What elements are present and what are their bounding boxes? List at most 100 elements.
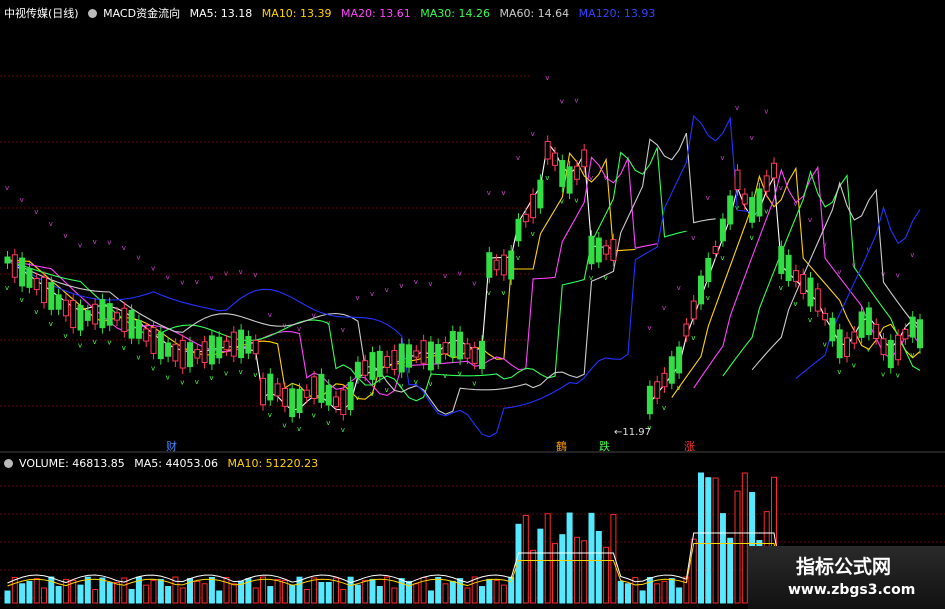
upper-band-mark: v (691, 234, 695, 242)
candle-body (143, 328, 150, 342)
volume-bar (566, 512, 573, 604)
lower-band-mark: v (136, 353, 140, 361)
upper-band-mark: v (122, 244, 126, 252)
lower-band-mark: v (443, 372, 447, 380)
lower-band-mark: v (312, 412, 316, 420)
candle-body (114, 312, 120, 321)
volume-bar (690, 538, 697, 604)
volume-bar (588, 512, 595, 604)
upper-band-mark: v (428, 280, 432, 288)
volume-bar (625, 583, 631, 604)
candle-body (471, 347, 478, 364)
lower-band-mark: v (297, 425, 301, 433)
candle-body (902, 328, 909, 340)
price-header: 中视传媒(日线) MACD资金流向 MA5: 13.18 MA10: 13.39… (4, 5, 661, 21)
candle-body (362, 360, 369, 376)
candle-body (289, 388, 296, 418)
volume-bar (201, 583, 208, 604)
candle-body (4, 256, 11, 264)
upper-band-mark: v (677, 284, 681, 292)
volume-bar (11, 577, 18, 604)
candle-body (55, 294, 62, 310)
volume-bar (106, 582, 113, 604)
volume-bar (406, 580, 412, 604)
volume-bar (464, 587, 471, 604)
lower-band-mark: v (78, 342, 82, 350)
candle-body (391, 350, 398, 370)
candle-body (508, 250, 515, 280)
volume-bar (398, 578, 405, 604)
gear-icon[interactable] (4, 459, 13, 468)
candle-body (33, 278, 40, 290)
lower-band-mark: v (341, 426, 345, 434)
lower-band-mark: v (166, 374, 170, 382)
candle-body (705, 257, 712, 283)
volume-ma5-readout: MA5: 44053.06 (134, 457, 218, 470)
upper-band-mark: v (93, 238, 97, 246)
lower-band-mark: v (107, 338, 111, 346)
candle-body (537, 179, 544, 209)
candle-body (588, 235, 595, 265)
candle-body (544, 140, 551, 160)
candle-body (763, 175, 770, 192)
lower-band-mark: v (122, 344, 126, 352)
lower-band-mark: v (151, 364, 155, 372)
candle-body (822, 313, 829, 321)
candle-body (435, 344, 442, 364)
kline-chart[interactable]: v v v v v v v v v v v v v v v v v v v v v v v v v v v v v v v v v v v v v v v v… (0, 0, 945, 609)
upper-band-mark: v (531, 130, 535, 138)
lower-band-mark: v (852, 362, 856, 370)
candle-body (77, 304, 84, 331)
volume-bar (676, 587, 683, 604)
volume-bar (216, 590, 223, 604)
candle-body (683, 323, 690, 337)
candle-body (216, 336, 223, 359)
candle-body (179, 340, 186, 369)
candle-body (442, 342, 449, 355)
candle-body (165, 342, 172, 357)
upper-band-mark: v (779, 184, 783, 192)
volume-bar (668, 578, 675, 604)
candle-body (741, 193, 748, 205)
volume-bar (340, 588, 347, 604)
volume-bar (165, 586, 172, 604)
lower-band-mark: v (896, 371, 900, 379)
candle-body (406, 344, 412, 368)
stock-title[interactable]: 中视传媒(日线) (4, 7, 79, 20)
volume-bar (260, 576, 266, 604)
volume-bar (267, 586, 274, 604)
candle-body (274, 383, 281, 397)
candle-body (873, 323, 880, 340)
upper-band-mark: v (209, 274, 213, 282)
volume-bar (354, 584, 361, 604)
upper-band-mark: v (896, 271, 900, 279)
gear-icon[interactable] (88, 9, 98, 18)
candle-body (581, 149, 588, 168)
volume-bar (479, 586, 485, 604)
upper-band-mark: v (253, 271, 257, 279)
lower-band-mark: v (268, 411, 272, 419)
lower-band-mark: v (458, 370, 462, 378)
volume-bar (179, 587, 186, 604)
upper-band-mark: v (370, 290, 374, 298)
volume-bar (435, 577, 442, 604)
candle-body (603, 245, 610, 255)
candle-body (398, 343, 405, 373)
watermark-url: www.zbgs3.com (788, 582, 916, 598)
candle-body (150, 327, 157, 354)
candle-body (92, 303, 99, 325)
volume-bar (208, 577, 215, 604)
volume-bar (559, 534, 566, 604)
ma5-readout: MA5: 13.18 (189, 7, 253, 20)
volume-bar (114, 582, 120, 604)
upper-band-mark: v (750, 134, 754, 142)
candle-body (734, 169, 741, 191)
watermark: 指标公式网 www.zbgs3.com (748, 546, 945, 609)
indicator-name[interactable]: MACD资金流向 (103, 7, 180, 20)
volume-bar (150, 579, 157, 604)
lower-band-mark: v (49, 320, 53, 328)
upper-band-mark: v (268, 311, 272, 319)
lower-band-mark: v (224, 369, 228, 377)
candle-body (865, 307, 872, 336)
candle-body (311, 376, 318, 399)
